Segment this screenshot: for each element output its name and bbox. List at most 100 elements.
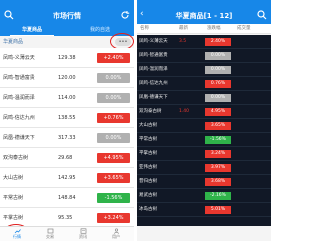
bottom-nav: 行情 交易 资讯 用户	[0, 226, 134, 241]
header-price: 最新	[179, 26, 188, 31]
product-name: 昔归古树	[139, 179, 157, 184]
table-row[interactable]: 亚伟古树 3.97%	[137, 161, 271, 175]
product-name: 易武古树	[139, 193, 157, 198]
change-badge: 5.01%	[205, 206, 231, 214]
product-price: 148.84	[58, 195, 76, 201]
change-badge: +2.40%	[97, 53, 130, 63]
status-bar	[137, 0, 271, 7]
product-name: 凤凰-德谦天下	[139, 95, 168, 100]
bottom-nav-label: 行情	[13, 234, 21, 239]
change-badge: 2.40%	[205, 38, 231, 46]
change-badge: 3.65%	[205, 122, 231, 130]
product-price: 138.55	[58, 115, 76, 121]
table-row[interactable]: 昔归古树 3.68%	[137, 175, 271, 189]
table-row[interactable]: 凤鸣-义薄云天 3.5 2.40%	[137, 35, 271, 49]
product-name: 平常古树	[139, 137, 157, 142]
product-name: 凤鸣-智通富贵	[139, 53, 168, 58]
product-name: 凤鸣-义薄云天	[139, 39, 168, 44]
change-badge: 0.00%	[205, 94, 231, 102]
change-badge: -1.56%	[205, 136, 231, 144]
list-item[interactable]: 凤鸣-义薄云天 129.38 +2.40%	[0, 48, 134, 68]
change-badge: 3.68%	[205, 178, 231, 186]
list-item[interactable]: 凤鸣-智通富贵 120.00 0.00%	[0, 68, 134, 88]
header-change: 涨跌幅	[207, 26, 221, 31]
product-list-screen: ‹ 华夏商品[1 - 12] 名称 最新 涨跌幅 成交量 凤鸣-义薄云天 3.5 2…	[137, 0, 271, 241]
product-name: 亚伟古树	[139, 165, 157, 170]
product-price: 317.33	[58, 135, 76, 141]
table-row[interactable]: 凤鸣-信达九州 0.76%	[137, 77, 271, 91]
change-badge: +0.76%	[97, 113, 130, 123]
change-badge: 0.00%	[97, 133, 130, 143]
table-row[interactable]: 双沟泰古树 1.40 4.95%	[137, 105, 271, 119]
product-name: 大山古树	[139, 123, 157, 128]
table-row[interactable]: 冰岛古树 5.01%	[137, 203, 271, 217]
change-badge: 0.00%	[205, 52, 231, 60]
product-price: 3.5	[179, 39, 187, 44]
change-badge: 0.00%	[205, 66, 231, 74]
product-price: 120.00	[58, 75, 76, 81]
list-item[interactable]: 凤鸣-温润而泽 114.00 0.00%	[0, 88, 134, 108]
change-badge: 3.97%	[205, 164, 231, 172]
product-name: 平常古树	[3, 195, 24, 201]
product-price: 129.38	[58, 55, 76, 61]
section-title: 华夏商品	[3, 39, 24, 45]
bottom-nav-label: 交易	[46, 234, 54, 239]
bottom-nav-label: 用户	[112, 234, 120, 239]
change-badge: 0.76%	[205, 80, 231, 88]
refresh-icon[interactable]	[120, 10, 130, 20]
table-row[interactable]: 大山古树 3.65%	[137, 119, 271, 133]
change-badge: 0.00%	[97, 93, 130, 103]
table-row[interactable]: 凤鸣-温润而泽 0.00%	[137, 63, 271, 77]
table-row[interactable]: 平常古树 -1.56%	[137, 133, 271, 147]
product-name: 凤鸣-温润而泽	[139, 67, 168, 72]
search-icon[interactable]	[257, 10, 267, 20]
product-price: 1.40	[179, 109, 190, 114]
product-name: 双沟泰古树	[139, 109, 162, 114]
bottom-nav-item[interactable]: 交易	[37, 228, 63, 241]
bottom-nav-item[interactable]: 资讯	[70, 228, 96, 241]
nav-bar: ‹ 华夏商品[1 - 12]	[137, 7, 271, 24]
change-badge: +3.65%	[97, 173, 130, 183]
list-item[interactable]: 凤鸣-信达九州 138.55 +0.76%	[0, 108, 134, 128]
market-screen: 市场行情 华夏商品 我的自选 华夏商品 ••• 凤鸣-义薄云天 129.38 +2.…	[0, 0, 134, 241]
nav-bar: 市场行情	[0, 7, 134, 24]
product-name: 平掌古树	[139, 151, 157, 156]
page-title: 华夏商品[1 - 12]	[175, 12, 233, 20]
change-badge: -1.56%	[97, 193, 130, 203]
change-badge: 3.24%	[205, 150, 231, 158]
table-row[interactable]: 凤凰-德谦天下 0.00%	[137, 91, 271, 105]
quote-table: 凤鸣-义薄云天 3.5 2.40% 凤鸣-智通富贵 0.00% 凤鸣-温润而泽 0.00% 凤…	[137, 35, 271, 226]
change-badge: +4.95%	[97, 153, 130, 163]
tab-huaxia[interactable]: 华夏商品	[10, 24, 54, 36]
table-row[interactable]: 平掌古树 3.24%	[137, 147, 271, 161]
change-badge: 0.00%	[97, 73, 130, 83]
product-name: 凤鸣-义薄云天	[3, 55, 35, 61]
product-price: 95.35	[58, 215, 73, 221]
list-item[interactable]: 平常古树 148.84 -1.56%	[0, 188, 134, 208]
product-name: 凤鸣-信达九州	[139, 81, 168, 86]
product-name: 大山古树	[3, 175, 24, 181]
product-price: 142.95	[58, 175, 76, 181]
product-name: 双沟泰古树	[3, 155, 29, 161]
change-badge: 4.95%	[205, 108, 231, 116]
product-name: 冰岛古树	[139, 207, 157, 212]
page-title: 市场行情	[53, 12, 81, 20]
product-price: 114.00	[58, 95, 76, 101]
product-price: 29.68	[58, 155, 73, 161]
product-name: 凤鸣-智通富贵	[3, 75, 35, 81]
list-item[interactable]: 双沟泰古树 29.68 +4.95%	[0, 148, 134, 168]
change-badge: +3.24%	[97, 213, 130, 223]
header-volume: 成交量	[237, 26, 251, 31]
table-row[interactable]: 凤鸣-智通富贵 0.00%	[137, 49, 271, 63]
list-item[interactable]: 大山古树 142.95 +3.65%	[0, 168, 134, 188]
product-name: 凤鸣-温润而泽	[3, 95, 35, 101]
bottom-nav-item[interactable]: 用户	[103, 228, 129, 241]
change-badge: -2.16%	[205, 192, 231, 200]
table-header: 名称 最新 涨跌幅 成交量	[137, 24, 271, 34]
bottom-nav-item[interactable]: 行情	[4, 228, 30, 241]
header-name: 名称	[140, 26, 149, 31]
bottom-nav-label: 资讯	[79, 234, 87, 239]
table-row[interactable]: 易武古树 -2.16%	[137, 189, 271, 203]
product-name: 凤凰-德谦天下	[3, 135, 35, 141]
list-item[interactable]: 凤凰-德谦天下 317.33 0.00%	[0, 128, 134, 148]
